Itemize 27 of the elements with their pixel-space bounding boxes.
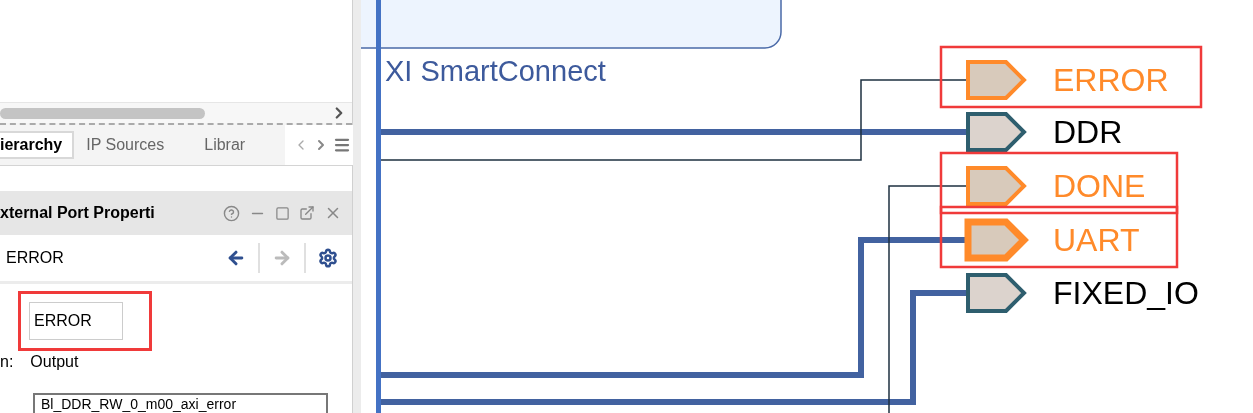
object-name: ERROR bbox=[6, 249, 64, 267]
float-icon[interactable] bbox=[299, 205, 315, 221]
tab[interactable]: IP Sources bbox=[86, 131, 177, 159]
scrollbar-thumb[interactable] bbox=[0, 107, 205, 119]
field-label: n: bbox=[0, 353, 14, 371]
menu-icon[interactable] bbox=[333, 136, 352, 154]
port-label: DDR bbox=[1053, 114, 1123, 150]
connection-item[interactable]: Bl_DDR_RW_0_m00_axi_error bbox=[33, 393, 328, 413]
panel-title: xternal Port Properti bbox=[0, 204, 155, 222]
name-field[interactable]: ERROR bbox=[29, 302, 123, 340]
tab[interactable]: Librar bbox=[204, 131, 258, 159]
connection-text: Bl_DDR_RW_0_m00_axi_error bbox=[41, 396, 237, 412]
maximize-icon[interactable] bbox=[275, 205, 290, 221]
back-icon[interactable] bbox=[226, 248, 246, 268]
port-label: DONE bbox=[1053, 168, 1146, 204]
tab[interactable]: ierarchy bbox=[0, 131, 75, 159]
field-value: Output bbox=[30, 353, 79, 371]
block-label: XI SmartConnect bbox=[385, 55, 606, 87]
help-icon[interactable] bbox=[223, 204, 240, 222]
port-icon[interactable] bbox=[966, 112, 1027, 152]
settings-icon[interactable] bbox=[318, 248, 338, 268]
port-label: ERROR bbox=[1053, 62, 1169, 98]
port-icon[interactable] bbox=[966, 273, 1027, 313]
port-label: UART bbox=[1053, 222, 1140, 258]
forward-icon[interactable] bbox=[272, 248, 292, 268]
port-label: FIXED_IO bbox=[1053, 275, 1199, 311]
ip-block[interactable] bbox=[361, 0, 782, 49]
